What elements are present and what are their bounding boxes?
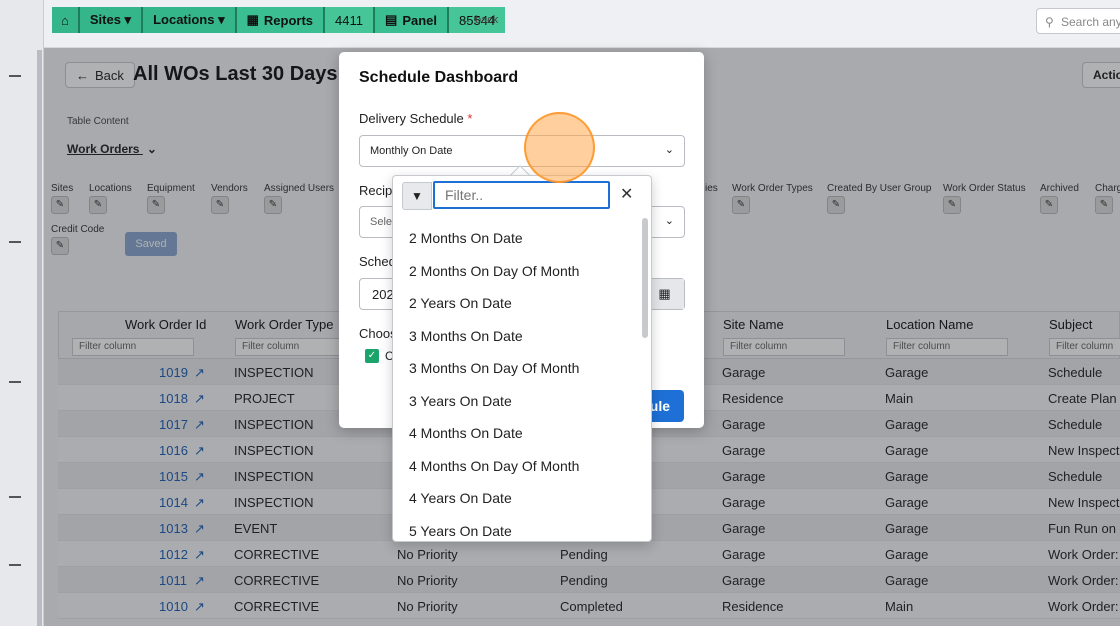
dropdown-option[interactable]: 2 Months On Date: [393, 222, 639, 255]
option-checkbox[interactable]: ✓: [365, 349, 379, 363]
rail-handle[interactable]: [9, 381, 21, 383]
delivery-schedule-value: Monthly On Date: [370, 145, 453, 157]
delivery-schedule-select[interactable]: Monthly On Date ⌄: [359, 135, 685, 167]
chart-icon: ▦: [246, 12, 259, 27]
rail-handle[interactable]: [9, 564, 21, 566]
delivery-schedule-label: Delivery Schedule *: [359, 111, 472, 126]
crumb-reports-label: Reports: [263, 12, 314, 28]
dropdown-option[interactable]: 3 Months On Date: [393, 320, 639, 353]
dropdown-option[interactable]: 4 Years On Date: [393, 482, 639, 515]
back-link[interactable]: ← back: [461, 14, 498, 26]
rail-handle[interactable]: [9, 496, 21, 498]
close-icon[interactable]: ✕: [620, 184, 633, 204]
click-indicator: [524, 112, 595, 183]
rail-handle[interactable]: [9, 241, 21, 243]
schedule-date-value: 202: [372, 287, 394, 302]
choose-label: Choos: [359, 326, 397, 341]
crumb-panel-label: Panel: [402, 12, 437, 28]
chevron-down-icon: ⌄: [664, 144, 674, 156]
filter-icon: ▼: [402, 182, 432, 210]
home-icon[interactable]: ⌂: [52, 7, 80, 33]
dropdown-option[interactable]: 5 Years On Date: [393, 515, 639, 542]
left-rail: [0, 0, 44, 626]
dropdown-option[interactable]: 3 Years On Date: [393, 385, 639, 418]
dropdown-option[interactable]: 2 Months On Day Of Month: [393, 255, 639, 288]
dropdown-filter-input[interactable]: [433, 181, 610, 209]
modal-title: Schedule Dashboard: [359, 69, 519, 86]
recipients-placeholder: Sele: [370, 216, 393, 228]
required-marker: *: [467, 111, 473, 126]
rail-handle[interactable]: [9, 75, 21, 77]
delivery-schedule-label-text: Delivery Schedule: [359, 111, 464, 126]
rail-scrollbar[interactable]: [37, 50, 42, 626]
crumb-report-id[interactable]: 4411: [325, 7, 376, 33]
breadcrumb: ⌂ Sites ▾ Locations ▾ ▦ Reports 4411 ▤ Pan…: [52, 7, 506, 33]
search-placeholder: Search any: [1061, 15, 1120, 29]
dropdown-option[interactable]: 4 Months On Date: [393, 417, 639, 450]
panel-icon: ▤: [385, 12, 398, 27]
schedule-date-label: Sched: [359, 254, 396, 269]
crumb-locations[interactable]: Locations ▾: [143, 7, 237, 33]
search-icon: ⚲: [1045, 15, 1054, 29]
dropdown-scrollbar[interactable]: [642, 218, 648, 338]
dropdown-option[interactable]: 2 Years On Date: [393, 287, 639, 320]
crumb-sites[interactable]: Sites ▾: [79, 7, 144, 33]
crumb-reports[interactable]: ▦ Reports: [236, 7, 326, 33]
dropdown-options: 2 Months On Date 2 Months On Day Of Month…: [393, 222, 639, 542]
search-input[interactable]: ⚲ Search any: [1036, 8, 1120, 34]
recipients-label: Recip: [359, 183, 393, 198]
dropdown-option[interactable]: 4 Months On Day Of Month: [393, 450, 639, 483]
dropdown-option[interactable]: 3 Months On Day Of Month: [393, 352, 639, 385]
chevron-down-icon: ⌄: [664, 215, 674, 227]
top-bar: ⌂ Sites ▾ Locations ▾ ▦ Reports 4411 ▤ Pan…: [44, 0, 1120, 48]
crumb-panel[interactable]: ▤ Panel: [375, 7, 449, 33]
delivery-schedule-dropdown: ▼ ✕ 2 Months On Date2 Months On Day Of M…: [392, 175, 652, 542]
